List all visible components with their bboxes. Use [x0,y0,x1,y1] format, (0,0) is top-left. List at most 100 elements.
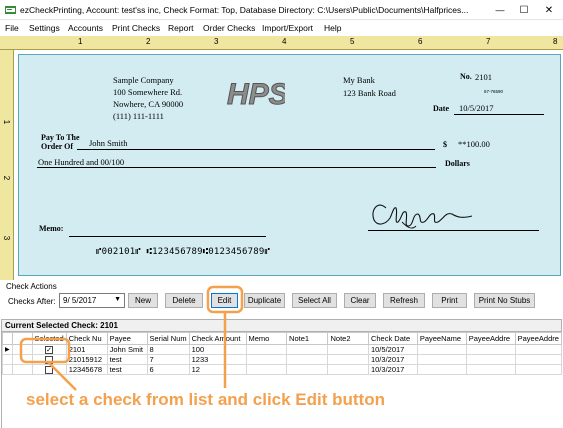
col-serial-number[interactable]: Serial Num [146,332,190,345]
col-check-date[interactable]: Check Date [367,332,418,345]
col-payee-name[interactable]: PayeeName [416,332,467,345]
cell-serial: 8 [146,343,190,356]
menu-help[interactable]: Help [324,23,341,33]
checks-after-label: Checks After: [8,297,56,306]
cell-amount: 12 [188,364,247,376]
checkbox-unchecked[interactable] [45,366,54,374]
svg-text:HPS: HPS [227,78,285,111]
check-actions-label: Check Actions [6,282,57,291]
delete-button[interactable]: Delete [165,293,203,308]
minimize-button[interactable]: — [488,0,512,20]
table-row[interactable]: 21015912 test 7 1233 10/3/2017 [2,354,563,366]
cell-memo [245,343,288,356]
company-address-2: Nowhere, CA 90000 [113,99,184,109]
amount-in-words: One Hundred and 00/100 [38,157,125,167]
ruler-label: 5 [350,37,355,46]
col-memo[interactable]: Memo [245,332,288,345]
duplicate-button[interactable]: Duplicate [244,293,285,308]
dollar-sign: $ [443,140,447,149]
menu-file[interactable]: File [5,23,19,33]
menu-accounts[interactable]: Accounts [68,23,103,33]
menu-settings[interactable]: Settings [29,23,60,33]
cell-note2 [327,343,369,356]
edit-button[interactable]: Edit [211,293,238,308]
cell-amount: 100 [188,343,247,356]
ruler-label: 3 [214,37,219,46]
new-button[interactable]: New [128,293,158,308]
memo-line [69,236,266,237]
cell-check-date: 10/3/2017 [367,354,418,366]
company-address-1: 100 Somewhere Rd. [113,87,183,97]
cell-payee-address-2 [514,343,563,356]
cell-payee-address-2 [514,354,563,366]
cell-memo [245,354,288,366]
row-header-corner [2,332,13,345]
micr-line: ⑈002101⑈ ⑆123456789⑆0123456789⑈ [96,247,271,257]
clear-button[interactable]: Clear [344,293,376,308]
ruler-label: 3 [2,235,12,241]
col-payee[interactable]: Payee [106,332,148,345]
menu-print-checks[interactable]: Print Checks [112,23,160,33]
cell-payee-name [416,343,467,356]
col-check-number[interactable]: Check Nu [65,332,108,345]
signature [368,196,488,232]
cell-payee: test [106,364,148,376]
row-selected-checkbox[interactable]: ✓ [31,343,67,356]
close-button[interactable]: ✕ [537,0,561,20]
col-note1[interactable]: Note1 [286,332,329,345]
check-amount: **100.00 [458,139,490,149]
checks-after-date-picker[interactable]: 9/ 5/2017 ▼ [59,293,125,308]
window-title: ezCheckPrinting, Account: test'ss inc, C… [20,5,469,15]
maximize-button[interactable]: ☐ [512,0,536,20]
cell-note2 [327,354,369,366]
menu-report[interactable]: Report [168,23,194,33]
col-payee-address-2[interactable]: PayeeAddre [514,332,563,345]
select-all-button[interactable]: Select All [292,293,337,308]
signature-line [368,230,539,231]
bank-address: 123 Bank Road [343,88,396,98]
amount-words-line [37,167,436,168]
cell-check-number: 12345678 [65,364,108,376]
hps-logo: HPS [225,72,290,112]
col-selected[interactable]: Selected [31,332,67,345]
print-button[interactable]: Print [432,293,467,308]
menu-order-checks[interactable]: Order Checks [203,23,255,33]
row-selected-checkbox[interactable] [31,364,67,376]
checkbox-unchecked[interactable] [45,356,54,364]
table-row[interactable]: 12345678 test 6 12 10/3/2017 [2,364,563,376]
ruler-label: 1 [2,119,12,125]
cell-payee-address-1 [465,343,516,356]
check-date: 10/5/2017 [459,103,494,113]
row-pointer-icon: ▶ [2,343,13,356]
fraction-code: 67-76590 [484,89,504,94]
checks-after-value: 9/ 5/2017 [63,296,97,305]
ruler-label: 2 [2,175,12,181]
menu-import-export[interactable]: Import/Export [262,23,313,33]
refresh-button[interactable]: Refresh [383,293,425,308]
col-check-amount[interactable]: Check Amount [188,332,247,345]
table-row[interactable]: ▶ ✓ 2101 John Smit 8 100 10/5/2017 [2,343,563,356]
cell-note2 [327,364,369,376]
ruler-label: 6 [418,37,423,46]
cell-note1 [286,343,329,356]
ruler-vertical: 1 2 3 [0,50,14,280]
col-payee-address-1[interactable]: PayeeAddre [465,332,516,345]
checkbox-checked[interactable]: ✓ [45,346,54,354]
row-selected-checkbox[interactable] [31,354,67,366]
cell-check-number: 2101 [65,343,108,356]
ruler-label: 8 [553,37,558,46]
col-note2[interactable]: Note2 [327,332,369,345]
bank-name: My Bank [343,75,375,85]
minimize-icon: — [495,5,505,15]
check-number: 2101 [475,72,492,82]
cell-serial: 6 [146,364,190,376]
date-line [454,114,544,115]
payee-line [77,149,435,150]
current-selected-check: Current Selected Check: 2101 [5,321,118,330]
cell-memo [245,364,288,376]
cell-payee: test [106,354,148,366]
checks-table: Selected Check Nu Payee Serial Num Check… [2,332,563,376]
dollars-label: Dollars [445,159,470,168]
chevron-down-icon: ▼ [114,296,121,303]
print-no-stubs-button[interactable]: Print No Stubs [474,293,535,308]
